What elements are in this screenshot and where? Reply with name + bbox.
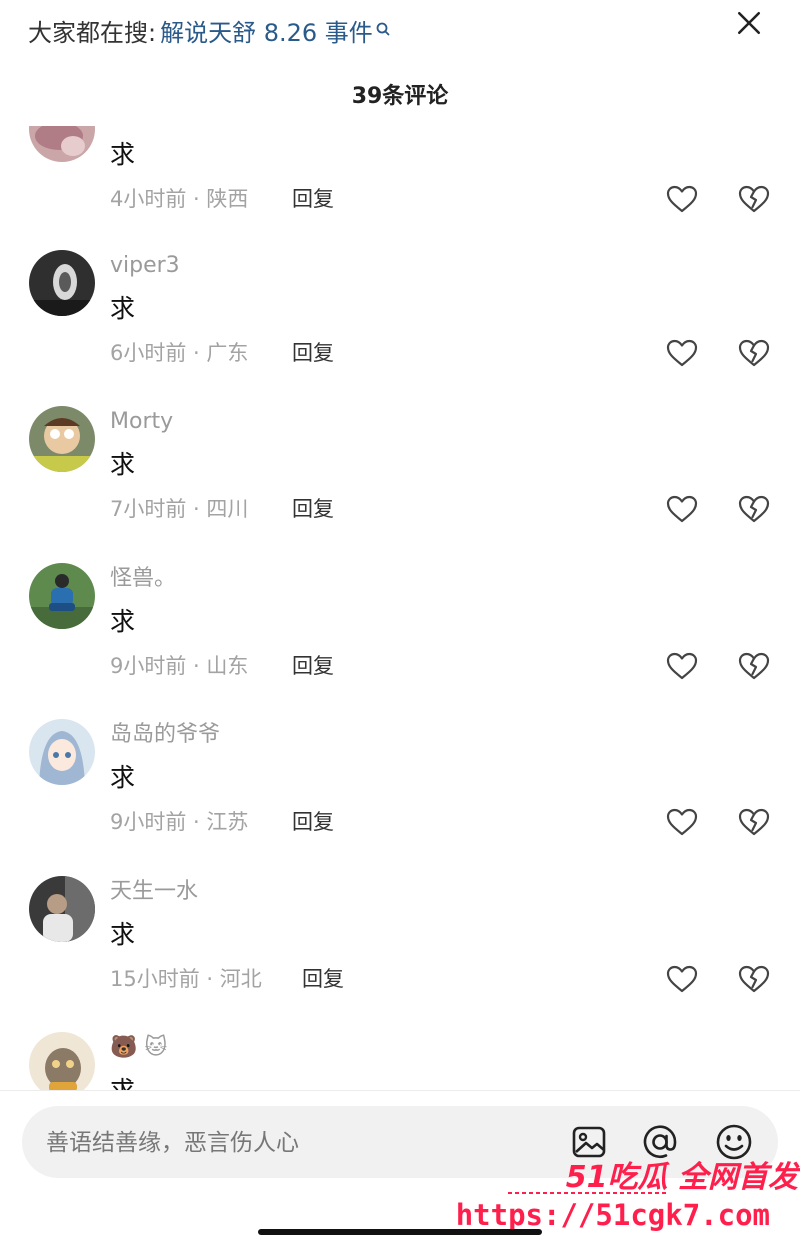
- comment-meta: 7小时前 · 四川: [110, 497, 249, 521]
- dislike-button[interactable]: [736, 182, 772, 216]
- avatar[interactable]: [29, 563, 95, 629]
- reply-button[interactable]: 回复: [292, 182, 334, 216]
- comment-list[interactable]: 求 4小时前 · 陕西 回复 viper3 求 6小时前 · 广东 回复 Mor…: [0, 126, 800, 1090]
- watermark-brand: 51吃瓜 全网首发: [565, 1160, 798, 1195]
- comment-meta: 9小时前 · 山东: [110, 654, 249, 678]
- comment-content: 求: [110, 140, 136, 169]
- comment-content: 求: [110, 450, 136, 479]
- heart-icon: [666, 965, 698, 993]
- search-icon: [375, 15, 391, 36]
- avatar[interactable]: [29, 719, 95, 785]
- comment-item: Morty 求 7小时前 · 四川 回复: [0, 406, 800, 562]
- comment-username[interactable]: 🐻 🐱: [110, 1032, 167, 1064]
- reply-button[interactable]: 回复: [292, 805, 334, 839]
- comment-meta: 15小时前 · 河北: [110, 967, 262, 991]
- close-button[interactable]: [732, 6, 766, 40]
- watermark-url: https://51cgk7.com: [455, 1198, 770, 1232]
- comment-item: 岛岛的爷爷 求 9小时前 · 江苏 回复: [0, 719, 800, 875]
- comment-input[interactable]: [44, 1120, 568, 1166]
- trending-search-term[interactable]: 解说天舒 8.26 事件: [160, 13, 373, 48]
- comment-username[interactable]: viper3: [110, 250, 180, 282]
- avatar[interactable]: [29, 250, 95, 316]
- like-button[interactable]: [664, 182, 700, 216]
- comment-count: 39条评论: [351, 84, 449, 109]
- dislike-button[interactable]: [736, 805, 772, 839]
- dislike-button[interactable]: [736, 649, 772, 683]
- avatar[interactable]: [29, 1032, 95, 1090]
- like-button[interactable]: [664, 492, 700, 526]
- avatar[interactable]: [29, 406, 95, 472]
- broken-heart-icon: [738, 495, 770, 523]
- comment-username[interactable]: 怪兽。: [110, 563, 176, 595]
- comment-item: 天生一水 求 15小时前 · 河北 回复: [0, 876, 800, 1032]
- broken-heart-icon: [738, 965, 770, 993]
- comment-item: 🐻 🐱 求: [0, 1032, 800, 1090]
- heart-icon: [666, 339, 698, 367]
- broken-heart-icon: [738, 808, 770, 836]
- avatar[interactable]: [29, 876, 95, 942]
- like-button[interactable]: [664, 336, 700, 370]
- comment-username[interactable]: 岛岛的爷爷: [110, 719, 220, 751]
- comment-content: 求: [110, 763, 136, 792]
- reply-button[interactable]: 回复: [302, 962, 344, 996]
- avatar[interactable]: [29, 126, 95, 162]
- comment-item: 求 4小时前 · 陕西 回复: [0, 126, 800, 252]
- trending-search-label: 大家都在搜:: [28, 18, 157, 47]
- reply-button[interactable]: 回复: [292, 649, 334, 683]
- dislike-button[interactable]: [736, 962, 772, 996]
- home-indicator[interactable]: [258, 1229, 542, 1235]
- comment-username[interactable]: 天生一水: [110, 876, 198, 908]
- dislike-button[interactable]: [736, 336, 772, 370]
- heart-icon: [666, 652, 698, 680]
- divider: [0, 1090, 800, 1091]
- watermark: 51吃瓜 全网首发 https://51cgk7.com: [456, 1150, 800, 1235]
- comment-content: 求: [110, 920, 136, 949]
- comment-meta: 4小时前 · 陕西: [110, 187, 249, 211]
- heart-icon: [666, 808, 698, 836]
- broken-heart-icon: [738, 339, 770, 367]
- close-icon: [737, 11, 761, 35]
- comment-meta: 9小时前 · 江苏: [110, 810, 249, 834]
- heart-icon: [666, 185, 698, 213]
- reply-button[interactable]: 回复: [292, 492, 334, 526]
- broken-heart-icon: [738, 185, 770, 213]
- comment-item: 怪兽。 求 9小时前 · 山东 回复: [0, 563, 800, 719]
- like-button[interactable]: [664, 805, 700, 839]
- heart-icon: [666, 495, 698, 523]
- comment-username[interactable]: Morty: [110, 406, 173, 438]
- comment-content: 求: [110, 1074, 135, 1090]
- dislike-button[interactable]: [736, 492, 772, 526]
- comment-meta: 6小时前 · 广东: [110, 341, 249, 365]
- broken-heart-icon: [738, 652, 770, 680]
- reply-button[interactable]: 回复: [292, 336, 334, 370]
- trending-search[interactable]: 大家都在搜: 解说天舒 8.26 事件: [28, 10, 391, 50]
- like-button[interactable]: [664, 962, 700, 996]
- comment-content: 求: [110, 607, 136, 636]
- comment-content: 求: [110, 294, 136, 323]
- comment-item: viper3 求 6小时前 · 广东 回复: [0, 250, 800, 406]
- like-button[interactable]: [664, 649, 700, 683]
